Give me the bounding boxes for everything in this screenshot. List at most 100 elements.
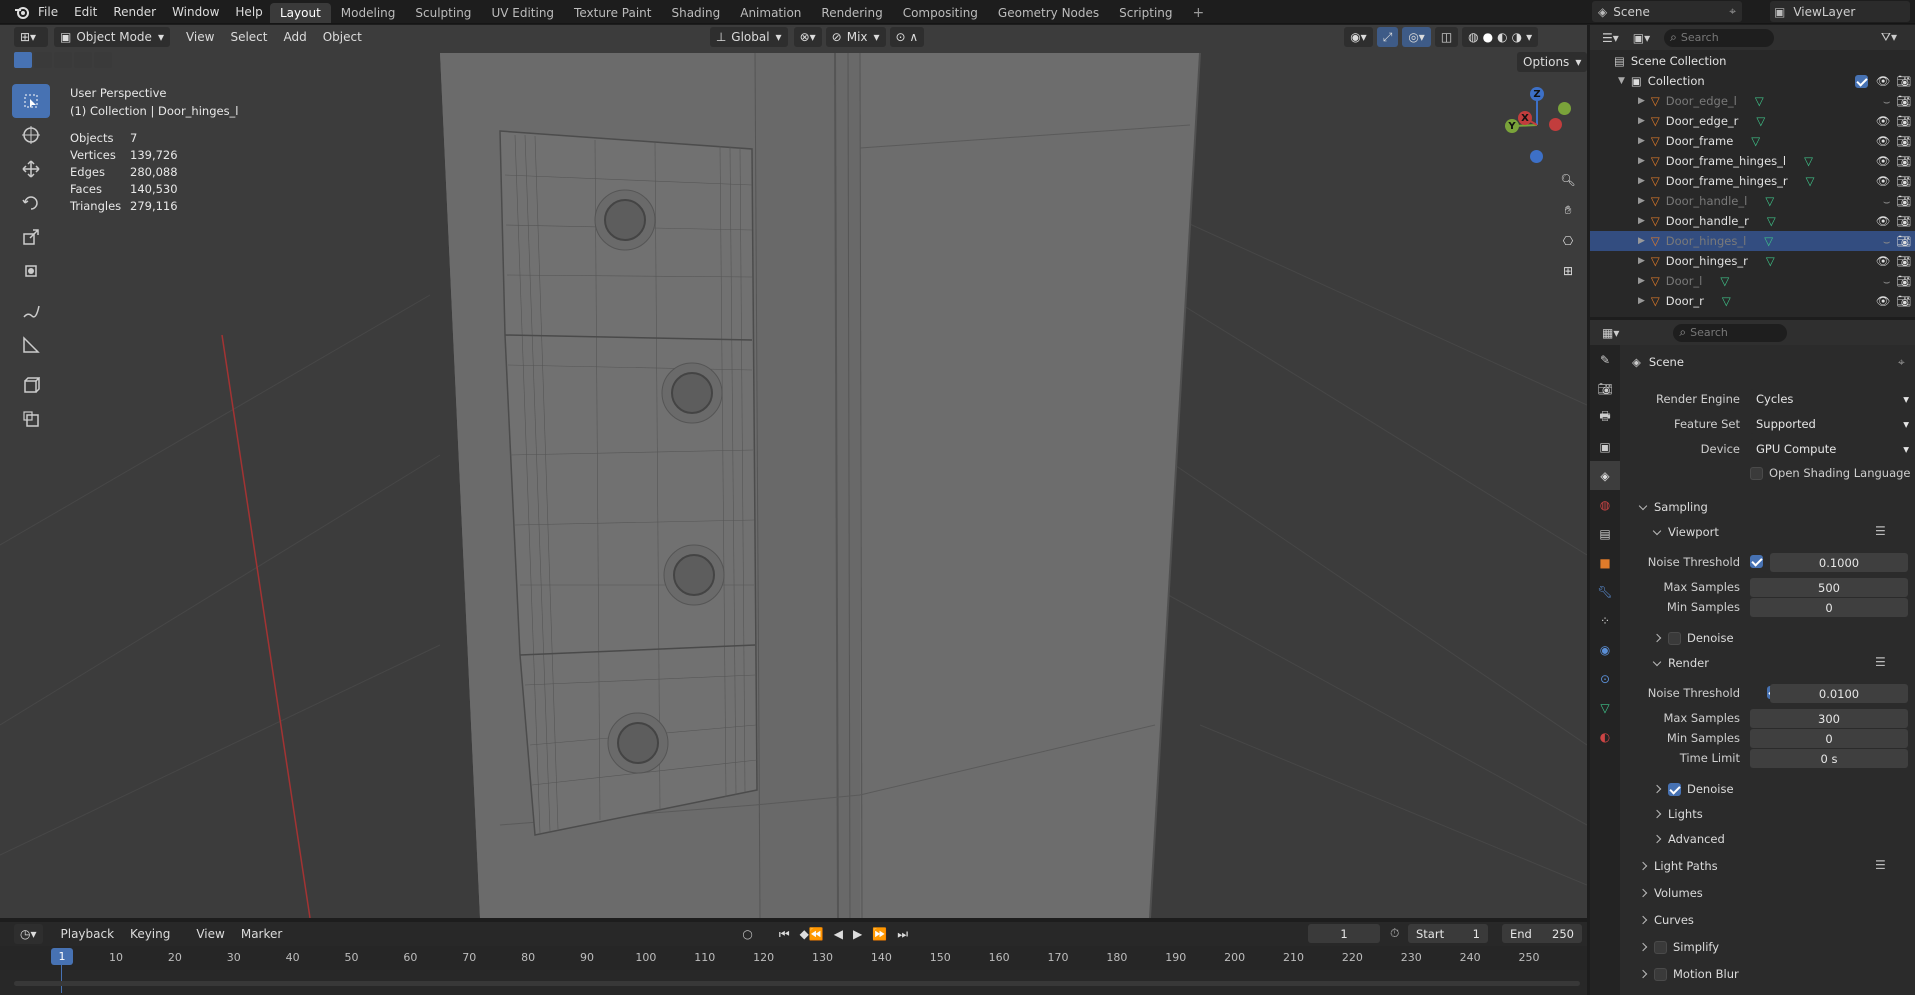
r-min-samples-field[interactable]: 0 (1750, 729, 1908, 748)
osl-checkbox[interactable] (1750, 466, 1763, 480)
outliner-item[interactable]: ▶ ▽ Door_handle_l ▽ ⌣ 📷︎ (1590, 191, 1915, 211)
outliner-item[interactable]: ▶ ▽ Door_r ▽ 👁︎ 📷︎ (1590, 291, 1915, 311)
outliner-editor-icon[interactable]: ☰▾ (1602, 31, 1619, 45)
next-key-icon[interactable]: ⏩ (872, 927, 887, 942)
osl-option[interactable]: Open Shading Language (1750, 466, 1911, 480)
tab-physics[interactable]: ◉ (1590, 635, 1620, 664)
mesh-data-icon[interactable]: ▽ (1722, 294, 1731, 308)
3d-viewport[interactable] (0, 25, 1587, 918)
camera-render-icon[interactable]: 📷︎ (1896, 174, 1911, 188)
properties-search[interactable]: ⌕ Search (1673, 323, 1788, 342)
menu-add[interactable]: Add (275, 30, 314, 44)
tab-material[interactable]: ◐ (1590, 722, 1620, 751)
pan-view-button[interactable]: ✋︎ (1555, 197, 1581, 223)
select-box-tool[interactable] (12, 84, 50, 118)
light-paths-panel[interactable]: Light Paths (1640, 859, 1718, 873)
xray-toggle[interactable]: ◫ (1434, 27, 1459, 47)
curves-panel[interactable]: Curves (1640, 913, 1694, 927)
menu-timeline-view[interactable]: View (188, 927, 232, 941)
render-presets-icon[interactable]: ☰ (1875, 655, 1886, 669)
tab-data[interactable]: ▽ (1590, 693, 1620, 722)
camera-render-icon[interactable]: 📷︎ (1896, 234, 1911, 248)
playhead[interactable]: 1 (51, 948, 73, 965)
mesh-data-icon[interactable]: ▽ (1806, 174, 1815, 188)
menu-object[interactable]: Object (315, 30, 370, 44)
vp-noise-threshold-field[interactable]: 0.1000 (1770, 553, 1908, 572)
device-dropdown[interactable]: GPU Compute ▾ (1750, 439, 1915, 459)
mesh-data-icon[interactable]: ▽ (1755, 94, 1764, 108)
camera-render-icon[interactable]: 📷︎ (1896, 154, 1911, 168)
menu-select[interactable]: Select (222, 30, 275, 44)
add-workspace-icon[interactable]: + (1183, 2, 1215, 24)
transform-tool[interactable] (12, 254, 50, 288)
outliner-item[interactable]: ▶ ▽ Door_frame ▽ 👁︎ 📷︎ (1590, 131, 1915, 151)
select-invert-icon[interactable] (74, 52, 92, 68)
tab-particles[interactable]: ⁘ (1590, 606, 1620, 635)
filter-icon[interactable]: ⛛▾ (1881, 30, 1897, 45)
annotate-tool[interactable] (12, 294, 50, 328)
object-mode-dropdown[interactable]: ▣ Object Mode ▾ (54, 27, 170, 47)
tab-constraints[interactable]: ⊙ (1590, 664, 1620, 693)
gizmo-z-axis[interactable]: Z (1530, 87, 1544, 101)
menu-render[interactable]: Render (105, 5, 164, 19)
select-intersect-icon[interactable] (94, 52, 112, 68)
tab-object[interactable]: ■ (1590, 548, 1620, 577)
menu-edit[interactable]: Edit (66, 5, 105, 19)
collection-eye-icon[interactable]: 👁︎ (1876, 74, 1891, 88)
select-extend-icon[interactable] (34, 52, 52, 68)
select-subtract-icon[interactable] (54, 52, 72, 68)
mesh-data-icon[interactable]: ▽ (1756, 114, 1765, 128)
eye-hidden-icon[interactable]: ⌣ (1883, 94, 1891, 109)
viewport-presets-icon[interactable]: ☰ (1875, 524, 1886, 538)
navigation-gizmo[interactable]: Z Y X (1495, 80, 1585, 170)
transform-orientation-dropdown[interactable]: ⊥ Global ▾ (709, 27, 788, 47)
render-engine-dropdown[interactable]: Cycles ▾ (1750, 389, 1915, 409)
gizmo-neg-x[interactable] (1549, 118, 1562, 131)
mesh-data-icon[interactable]: ▽ (1764, 234, 1773, 248)
solid-shading-icon[interactable]: ● (1483, 30, 1493, 44)
gizmo-neg-z[interactable] (1530, 150, 1543, 163)
mesh-data-icon[interactable]: ▽ (1767, 214, 1776, 228)
zoom-view-button[interactable]: 🔍︎ (1555, 167, 1581, 193)
view-layer-selector[interactable]: ▣ ViewLayer (1770, 1, 1910, 22)
gizmo-toggle[interactable]: ⤢ (1376, 27, 1399, 47)
menu-marker[interactable]: Marker (233, 927, 290, 941)
stopwatch-icon[interactable]: ⏱ (1390, 926, 1399, 941)
eye-icon[interactable]: 👁︎ (1876, 254, 1891, 268)
tab-uv-editing[interactable]: UV Editing (481, 3, 564, 23)
menu-window[interactable]: Window (164, 5, 227, 19)
expand-arrow-icon[interactable]: ▶ (1638, 276, 1645, 286)
outliner-search[interactable]: ⌕ Search (1664, 28, 1775, 47)
options-dropdown[interactable]: Options ▾ (1517, 52, 1588, 72)
simplify-panel[interactable]: Simplify (1640, 940, 1719, 954)
menu-view[interactable]: View (178, 30, 222, 44)
camera-render-icon[interactable]: 📷︎ (1896, 194, 1911, 208)
tab-scripting[interactable]: Scripting (1109, 3, 1182, 23)
extrude-tool[interactable] (12, 402, 50, 436)
mesh-data-icon[interactable]: ▽ (1765, 194, 1774, 208)
jump-start-icon[interactable]: ⏮ (779, 927, 790, 942)
outliner-item[interactable]: ▶ ▽ Door_hinges_r ▽ 👁︎ 📷︎ (1590, 251, 1915, 271)
sampling-panel-header[interactable]: Sampling (1640, 500, 1708, 514)
overlay-toggle[interactable]: ◎▾ (1402, 27, 1431, 47)
menu-playback[interactable]: Playback (53, 927, 123, 941)
tab-tool[interactable]: ✎ (1590, 345, 1620, 374)
rendered-shading-icon[interactable]: ◑ (1512, 30, 1522, 44)
motion-blur-panel[interactable]: Motion Blur (1640, 967, 1739, 981)
eye-hidden-icon[interactable]: ⌣ (1883, 194, 1891, 209)
expand-arrow-icon[interactable]: ▶ (1638, 156, 1645, 166)
pivot-dropdown[interactable]: ⊗▾ (793, 27, 822, 47)
camera-render-icon[interactable]: 📷︎ (1896, 254, 1911, 268)
advanced-subpanel[interactable]: Advanced (1654, 832, 1725, 846)
tab-shading[interactable]: Shading (661, 3, 730, 23)
move-tool[interactable] (12, 152, 50, 186)
scene-pin-icon[interactable]: ⌖ (1729, 4, 1736, 19)
expand-arrow-icon[interactable]: ▶ (1638, 196, 1645, 206)
feature-set-dropdown[interactable]: Supported ▾ (1750, 414, 1915, 434)
proportional-edit-button[interactable]: ⊙ ∧ (889, 27, 925, 47)
render-subpanel-header[interactable]: Render (1654, 656, 1709, 670)
eye-icon[interactable]: 👁︎ (1876, 214, 1891, 228)
snap-dropdown[interactable]: ⊘ Mix ▾ (825, 27, 886, 47)
tab-modifiers[interactable]: 🔧︎ (1590, 577, 1620, 606)
light-paths-presets-icon[interactable]: ☰ (1875, 858, 1886, 872)
